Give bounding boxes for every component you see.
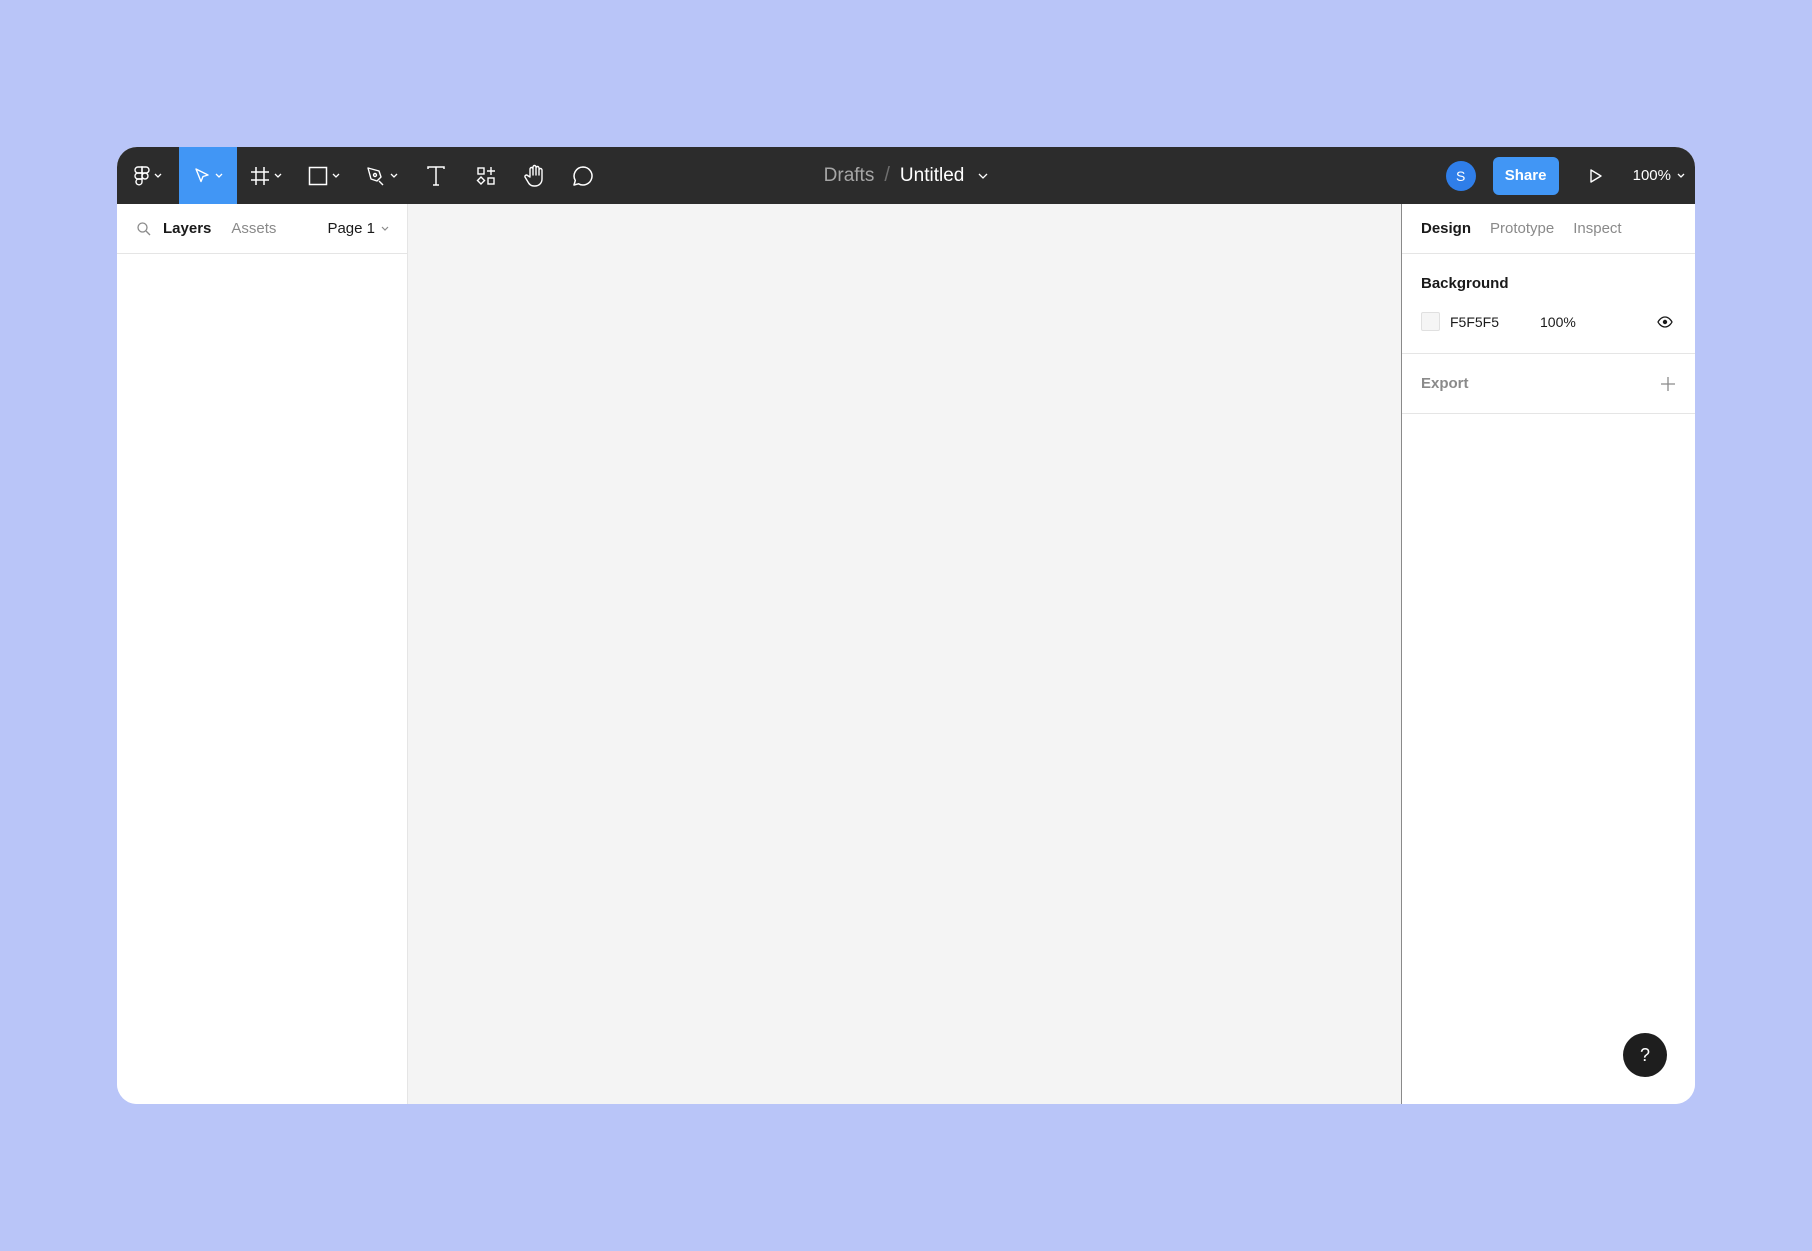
chevron-down-icon bbox=[274, 173, 282, 178]
background-section: Background F5F5F5 100% bbox=[1402, 254, 1695, 354]
breadcrumb-drafts[interactable]: Drafts bbox=[824, 165, 875, 187]
breadcrumb-separator: / bbox=[884, 164, 890, 186]
chevron-down-icon bbox=[215, 173, 223, 178]
pen-icon bbox=[367, 166, 384, 185]
page-select-label: Page 1 bbox=[327, 220, 375, 237]
move-cursor-icon bbox=[195, 167, 209, 182]
move-tool-button[interactable] bbox=[179, 147, 237, 204]
zoom-dropdown[interactable]: 100% bbox=[1633, 167, 1685, 184]
canvas[interactable] bbox=[408, 204, 1402, 1104]
tab-inspect[interactable]: Inspect bbox=[1573, 220, 1621, 237]
background-fill-row: F5F5F5 100% bbox=[1421, 312, 1673, 331]
chevron-down-icon bbox=[381, 226, 389, 231]
search-icon[interactable] bbox=[137, 221, 151, 236]
export-section: Export bbox=[1402, 354, 1695, 414]
rectangle-icon bbox=[308, 166, 328, 185]
present-button[interactable] bbox=[1581, 147, 1611, 204]
resources-icon bbox=[476, 166, 495, 185]
chevron-down-icon bbox=[332, 173, 340, 178]
background-opacity[interactable]: 100% bbox=[1540, 314, 1576, 330]
text-tool-button[interactable] bbox=[411, 147, 461, 204]
comment-icon bbox=[573, 165, 593, 186]
comment-tool-button[interactable] bbox=[559, 147, 607, 204]
file-title[interactable]: Untitled bbox=[900, 165, 964, 187]
chevron-down-icon[interactable] bbox=[978, 173, 988, 179]
tab-prototype[interactable]: Prototype bbox=[1490, 220, 1554, 237]
hand-icon bbox=[524, 164, 543, 187]
left-panel-tabs: Layers Assets Page 1 bbox=[117, 204, 407, 254]
background-color-swatch[interactable] bbox=[1421, 312, 1440, 331]
zoom-level: 100% bbox=[1632, 167, 1671, 184]
chevron-down-icon bbox=[390, 173, 398, 178]
figma-logo-icon bbox=[134, 165, 150, 186]
chevron-down-icon bbox=[154, 173, 162, 178]
background-color-hex[interactable]: F5F5F5 bbox=[1450, 314, 1540, 330]
background-title: Background bbox=[1421, 275, 1509, 292]
tab-layers[interactable]: Layers bbox=[163, 220, 211, 237]
chevron-down-icon bbox=[1677, 173, 1685, 178]
plus-icon[interactable] bbox=[1661, 377, 1675, 391]
toolbar: Drafts / Untitled S Share 100% bbox=[117, 147, 1695, 204]
tab-assets[interactable]: Assets bbox=[231, 220, 276, 237]
play-icon bbox=[1589, 168, 1602, 183]
right-panel-tabs: Design Prototype Inspect bbox=[1402, 204, 1695, 254]
main-menu-button[interactable] bbox=[117, 147, 179, 204]
properties-panel: Design Prototype Inspect Background F5F5… bbox=[1402, 204, 1695, 1104]
page-select[interactable]: Page 1 bbox=[327, 220, 389, 237]
shape-tool-button[interactable] bbox=[295, 147, 353, 204]
share-button[interactable]: Share bbox=[1492, 156, 1559, 195]
avatar[interactable]: S bbox=[1445, 160, 1476, 191]
tab-design[interactable]: Design bbox=[1421, 220, 1471, 237]
app-window: Drafts / Untitled S Share 100% Layers As… bbox=[117, 147, 1695, 1104]
eye-icon[interactable] bbox=[1657, 315, 1673, 328]
help-button[interactable]: ? bbox=[1623, 1033, 1667, 1077]
text-icon bbox=[427, 165, 445, 186]
frame-tool-button[interactable] bbox=[237, 147, 295, 204]
pen-tool-button[interactable] bbox=[353, 147, 411, 204]
export-title: Export bbox=[1421, 375, 1469, 392]
layers-panel: Layers Assets Page 1 bbox=[117, 204, 408, 1104]
frame-hash-icon bbox=[251, 166, 269, 185]
hand-tool-button[interactable] bbox=[511, 147, 559, 204]
toolbar-right: S Share 100% bbox=[1445, 147, 1695, 204]
resources-tool-button[interactable] bbox=[461, 147, 511, 204]
